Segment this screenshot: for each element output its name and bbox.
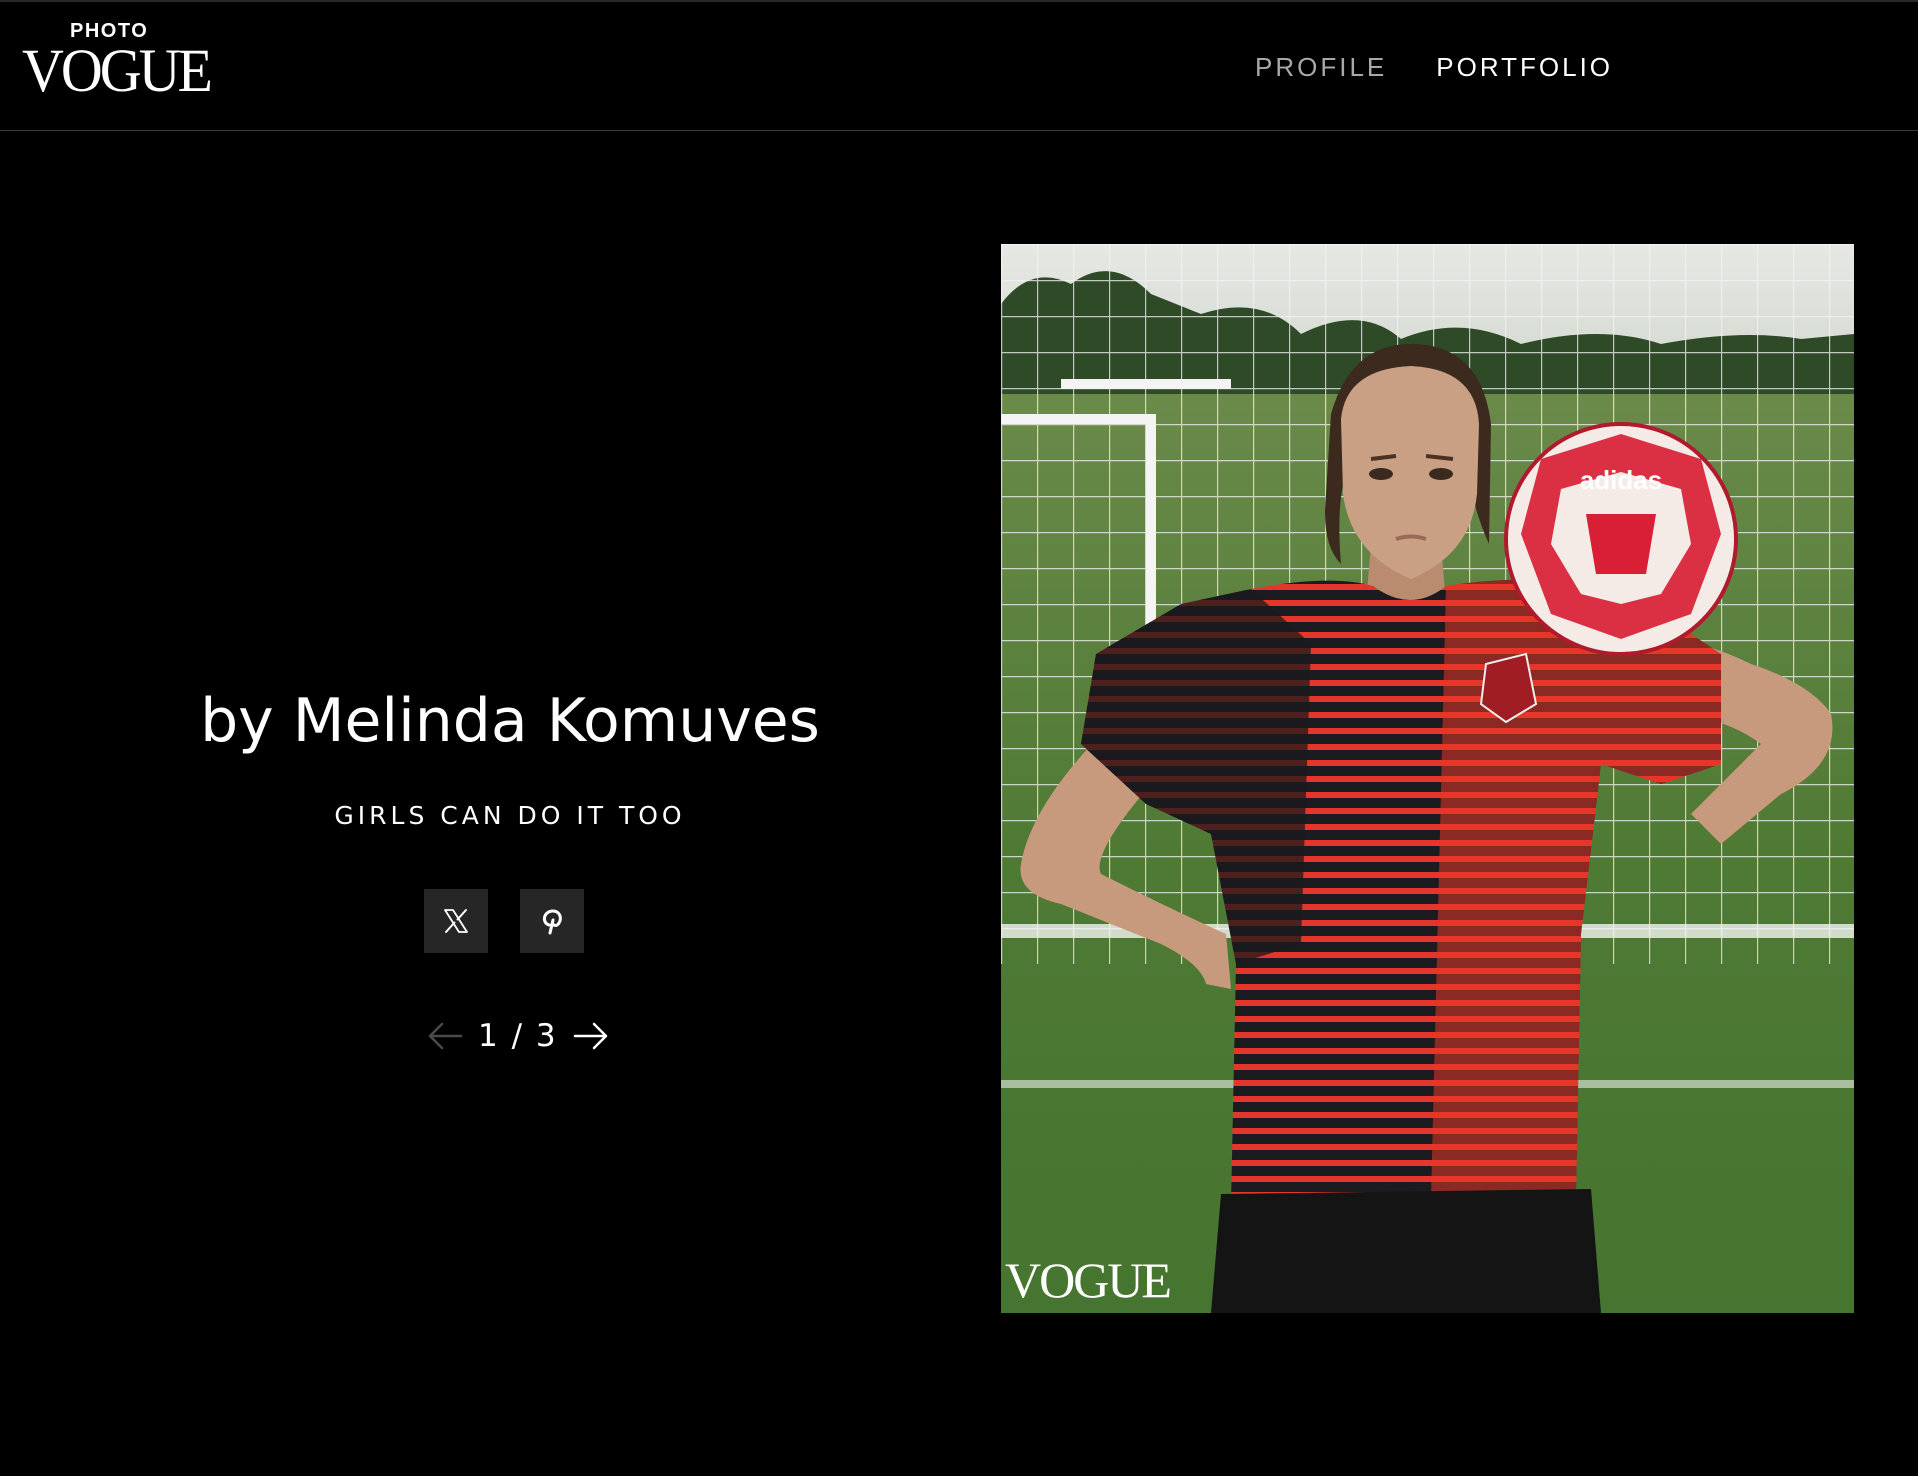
portfolio-photo[interactable]: adidas VOGUE (1001, 244, 1854, 1313)
photographer-name: by Melinda Komuves (200, 686, 820, 756)
pinterest-icon (543, 909, 562, 935)
arrow-right-icon (573, 1022, 607, 1050)
logo-vogue-text: VOGUE (22, 36, 213, 105)
gallery-pager: 1 / 3 (426, 1011, 610, 1061)
nav-profile[interactable]: PROFILE (1255, 52, 1387, 83)
main-nav: PROFILE PORTFOLIO (1255, 52, 1613, 83)
photo-watermark: VOGUE (1005, 1252, 1172, 1308)
gallery-info: by Melinda Komuves GIRLS CAN DO IT TOO 1… (0, 131, 1020, 1476)
next-button[interactable] (572, 1016, 610, 1056)
arrow-left-icon (428, 1022, 463, 1050)
pager-count: 1 / 3 (478, 1018, 558, 1054)
photo-vogue-logo[interactable]: PHOTO VOGUE (22, 20, 213, 102)
ball-brand-text: adidas (1580, 465, 1662, 495)
share-buttons (424, 889, 584, 953)
prev-button[interactable] (426, 1016, 464, 1056)
share-x-button[interactable] (424, 889, 488, 953)
x-icon (444, 909, 468, 933)
soccer-girl-photo: adidas (1001, 244, 1854, 1313)
top-bar: PHOTO VOGUE PROFILE PORTFOLIO (0, 0, 1918, 131)
share-pinterest-button[interactable] (520, 889, 584, 953)
series-title: GIRLS CAN DO IT TOO (334, 801, 686, 830)
nav-portfolio[interactable]: PORTFOLIO (1436, 52, 1613, 83)
